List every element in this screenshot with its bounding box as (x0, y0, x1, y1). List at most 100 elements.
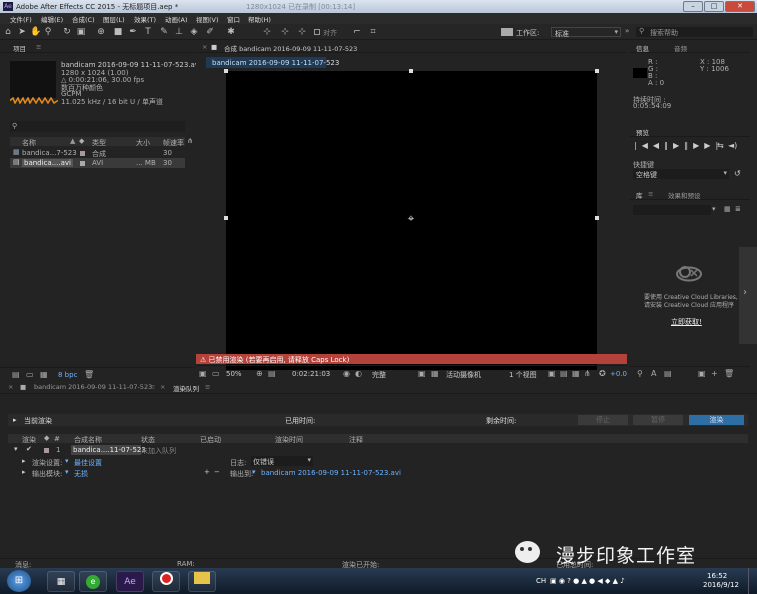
expand-triangle-icon[interactable]: ▸ (13, 416, 17, 424)
render-settings-value[interactable]: 最佳设置 (74, 458, 102, 468)
label-color-swatch[interactable] (80, 151, 85, 156)
tab-audio[interactable]: 音频 (674, 43, 687, 53)
expand-triangle-icon[interactable]: ▸ (22, 468, 26, 476)
close-icon[interactable]: × (8, 383, 13, 391)
clock-date[interactable]: 2016/9/12 (703, 581, 739, 589)
label-color-swatch[interactable] (44, 448, 49, 453)
panel-menu-icon[interactable]: ≡ (205, 383, 210, 391)
workspace-select[interactable]: 标准 ▾ (551, 27, 621, 38)
column-name[interactable]: 名称 (22, 138, 36, 148)
menu-view[interactable]: 视图(V) (196, 14, 219, 24)
brush-tool-icon[interactable]: ✎ (159, 27, 169, 37)
rectangle-tool-icon[interactable]: ■ (113, 27, 123, 37)
remove-output-icon[interactable]: − (214, 468, 220, 476)
pause-button[interactable]: 暂停 (633, 415, 683, 425)
flowchart-icon[interactable]: ⋔ (187, 137, 193, 145)
col-render-time[interactable]: 渲染时间 (275, 435, 303, 445)
layer-icon[interactable]: ▤ (664, 369, 672, 378)
column-type[interactable]: 类型 (92, 138, 106, 148)
project-search-input[interactable]: ⚲ (10, 121, 185, 132)
close-button[interactable]: ✕ (725, 1, 755, 12)
toggle-pixel-aspect-icon[interactable]: ▣ (548, 369, 556, 378)
new-composition-icon[interactable]: ▦ (40, 370, 48, 379)
table-row[interactable]: ▾ ✔ 1 bandica....11-07-523 未加入队列 (8, 445, 748, 455)
bounding-handle[interactable] (595, 216, 599, 220)
rotate-tool-icon[interactable]: ↻ (62, 27, 72, 37)
trash-icon[interactable]: 🗑 (84, 370, 94, 379)
project-panel-title[interactable]: 项目 (13, 43, 26, 53)
clone-stamp-tool-icon[interactable]: ⊥ (174, 27, 184, 37)
region-of-interest-icon[interactable]: ▣ (418, 369, 426, 378)
bit-depth-button[interactable]: 8 bpc (58, 371, 77, 379)
column-size[interactable]: 大小 (136, 138, 150, 148)
magnification-icon[interactable]: ▭ (212, 369, 220, 378)
views-select[interactable]: 1 个视图 (509, 370, 537, 380)
flowchart-icon[interactable]: ⋔ (584, 369, 591, 378)
composition-tab[interactable]: 合成 bandicam 2016-09-09 11-11-07-523 (224, 43, 357, 53)
camera-tool-icon[interactable]: ▣ (76, 27, 86, 37)
taskbar-app-1[interactable]: ▦ (47, 571, 75, 592)
minimize-button[interactable]: – (683, 1, 703, 12)
panel-menu-icon[interactable]: ≡ (36, 43, 41, 51)
menu-help[interactable]: 帮助(H) (248, 14, 271, 24)
menu-arrows-icon[interactable]: » (625, 27, 629, 35)
new-folder-icon[interactable]: ▭ (26, 370, 34, 379)
grid-view-icon[interactable]: ▦ (724, 205, 731, 213)
tab-effects-presets[interactable]: 效果和预设 (668, 190, 701, 200)
loop-icon[interactable]: ⇆ (717, 141, 724, 150)
pan-behind-tool-icon[interactable]: ⊕ (96, 27, 106, 37)
label-color-swatch[interactable] (80, 161, 85, 166)
tab-info[interactable]: 信息 (636, 43, 649, 53)
exposure-value[interactable]: +0.0 (610, 370, 627, 378)
table-row[interactable]: ▦ bandica...7-523 合成 30 (10, 148, 185, 158)
chevron-down-icon[interactable]: ▾ (712, 205, 716, 213)
taskbar-app-after-effects[interactable]: Ae (116, 571, 144, 592)
menu-file[interactable]: 文件(F) (10, 14, 32, 24)
selection-tool-icon[interactable]: ➤ (17, 27, 27, 37)
add-icon[interactable]: + (711, 369, 718, 378)
zoom-select[interactable]: 50% (226, 370, 242, 378)
color-channel-icon[interactable]: ◐ (355, 369, 362, 378)
help-search-input[interactable]: ⚲ 搜索帮助 (636, 27, 753, 37)
roto-brush-tool-icon[interactable]: ✐ (205, 27, 215, 37)
list-view-icon[interactable]: ≣ (735, 205, 741, 213)
world-axis-icon[interactable]: ⊹ (280, 27, 290, 37)
sync-icon[interactable]: ▣ (698, 369, 706, 378)
panel-menu-icon[interactable]: ≡ (648, 190, 653, 198)
fast-previews-icon[interactable]: ▤ (560, 369, 568, 378)
side-expand-button[interactable]: › (739, 247, 757, 344)
output-module-value[interactable]: 无损 (74, 469, 88, 479)
composition-subtab[interactable]: bandicam 2016-09-09 11-11-07-523 (206, 57, 339, 68)
quality-select[interactable]: 完整 (372, 370, 386, 380)
close-icon[interactable]: × (202, 43, 207, 51)
bounding-handle[interactable] (595, 69, 599, 73)
col-status[interactable]: 状态 (141, 435, 155, 445)
lock-icon[interactable]: ■ (211, 43, 217, 51)
taskbar-app-browser[interactable]: e (79, 571, 107, 592)
timeline-icon[interactable]: ▦ (572, 369, 580, 378)
eraser-tool-icon[interactable]: ◈ (189, 27, 199, 37)
tray-icons[interactable]: ▣ ◉ ? ● ▲ ● ◀ ◆ ▲ ♪ (550, 577, 625, 585)
transparency-grid-icon[interactable]: ▦ (431, 369, 439, 378)
interpret-footage-icon[interactable]: ▤ (12, 370, 20, 379)
menu-animation[interactable]: 动画(A) (165, 14, 188, 24)
resolution-icon[interactable]: ⊕ (256, 369, 263, 378)
stop-button[interactable]: 停止 (578, 415, 628, 425)
render-checkbox[interactable]: ✔ (26, 445, 32, 453)
get-it-now-link[interactable]: 立即获取! (671, 317, 702, 327)
bounding-handle[interactable] (224, 69, 228, 73)
menu-layer[interactable]: 图层(L) (103, 14, 125, 24)
chevron-down-icon[interactable]: ▾ (65, 468, 69, 476)
bounding-handle[interactable] (409, 69, 413, 73)
taskbar-app-explorer[interactable] (188, 571, 216, 592)
composition-viewer[interactable]: ⌖ (224, 69, 599, 370)
view-axis-icon[interactable]: ⊹ (297, 27, 307, 37)
shortcut-select[interactable]: 空格键 ▾ (633, 169, 729, 179)
local-axis-icon[interactable]: ⊹ (262, 27, 272, 37)
start-button[interactable]: ⊞ (7, 570, 31, 592)
col-render[interactable]: 渲染 (22, 435, 36, 445)
tab-render-queue[interactable]: 渲染队列 (173, 383, 199, 393)
chevron-down-icon[interactable]: ▾ (65, 457, 69, 465)
always-preview-icon[interactable]: ▣ (199, 369, 207, 378)
camera-select[interactable]: 活动摄像机 (446, 370, 481, 380)
